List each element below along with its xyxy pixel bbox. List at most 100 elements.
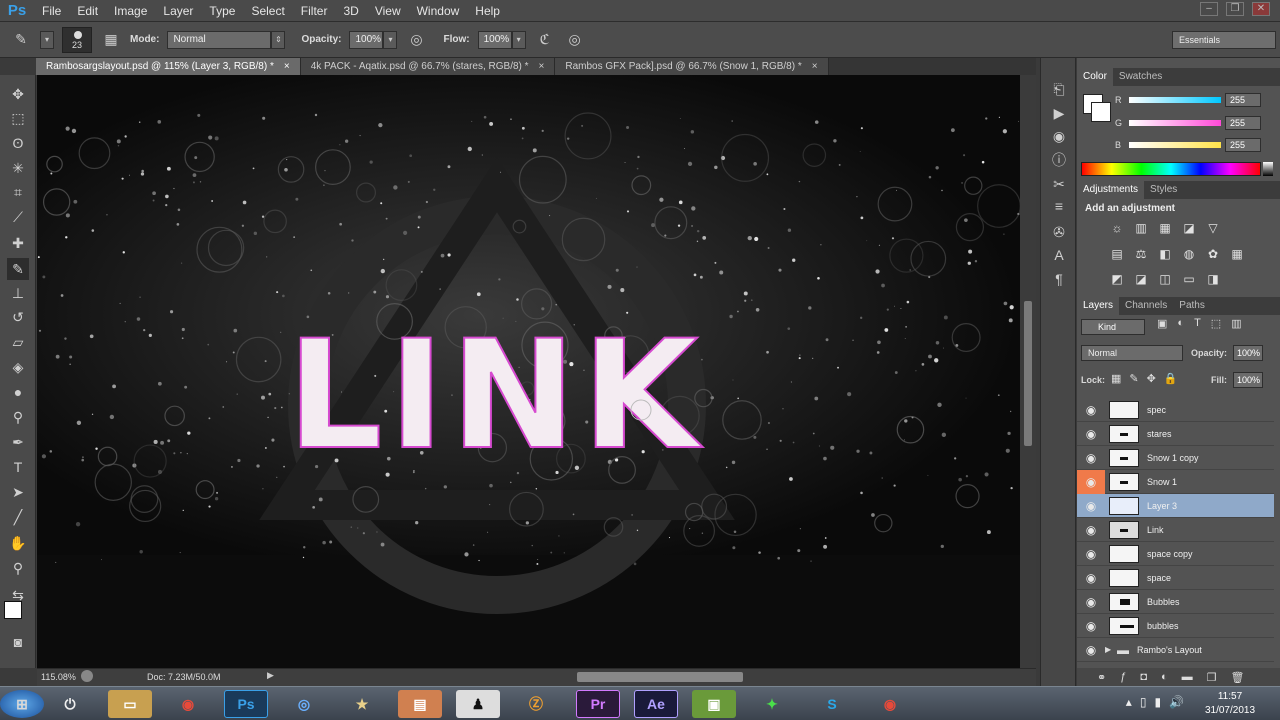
minecraft-app-icon[interactable]: ▣: [692, 690, 736, 718]
vertical-scroll-thumb[interactable]: [1024, 301, 1032, 446]
history-panel-icon[interactable]: ⎗: [1047, 78, 1071, 100]
layer-row[interactable]: ◉ Snow 1: [1077, 469, 1274, 494]
eye-icon[interactable]: ◉: [1077, 494, 1105, 518]
blur-tool-icon[interactable]: ●: [7, 381, 29, 403]
menu-filter[interactable]: Filter: [293, 0, 336, 22]
menu-type[interactable]: Type: [201, 0, 243, 22]
color-spectrum-bar[interactable]: [1081, 162, 1261, 176]
layer-style-icon[interactable]: ƒ: [1120, 671, 1126, 683]
layer-row[interactable]: ◉ stares: [1077, 422, 1274, 446]
gradient-map-icon[interactable]: ▭: [1181, 271, 1197, 287]
color-lookup-icon[interactable]: ▦: [1229, 246, 1245, 262]
eyedropper-tool-icon[interactable]: ⟋: [7, 206, 29, 228]
after-effects-app-icon[interactable]: Ae: [634, 690, 678, 718]
foreground-color-swatch[interactable]: [4, 601, 22, 619]
menu-layer[interactable]: Layer: [155, 0, 201, 22]
zoom-level[interactable]: 115.08%: [41, 672, 76, 682]
path-selection-tool-icon[interactable]: ➤: [7, 481, 29, 503]
paint-bucket-tool-icon[interactable]: ◈: [7, 356, 29, 378]
browser-app-icon[interactable]: ◎: [282, 690, 326, 718]
tab-rambos-gfx-pack[interactable]: Rambos GFX Pack].psd @ 66.7% (Snow 1, RG…: [555, 58, 829, 75]
explorer-app-icon[interactable]: ▭: [108, 690, 152, 718]
layer-row-selected[interactable]: ◉ Layer 3: [1077, 494, 1274, 518]
mode-dropdown-icon[interactable]: ⇕: [271, 30, 286, 49]
layer-row[interactable]: ◉ Link: [1077, 518, 1274, 542]
clone-stamp-tool-icon[interactable]: ⊥: [7, 282, 29, 304]
hue-saturation-icon[interactable]: ▤: [1109, 246, 1125, 262]
eye-icon[interactable]: ◉: [1077, 614, 1105, 638]
green-slider[interactable]: G 255: [1115, 115, 1275, 131]
red-value[interactable]: 255: [1225, 93, 1261, 107]
layer-row[interactable]: ◉ Bubbles: [1077, 590, 1274, 614]
menu-file[interactable]: File: [34, 0, 69, 22]
photoshop-app-icon[interactable]: Ps: [224, 690, 268, 718]
layer-blend-mode[interactable]: Normal: [1081, 345, 1183, 361]
chrome-window-icon[interactable]: ◉: [868, 690, 912, 718]
quick-mask-icon[interactable]: ◙: [7, 631, 29, 653]
green-value[interactable]: 255: [1225, 116, 1261, 130]
chrome-app-icon[interactable]: ◉: [166, 690, 210, 718]
layer-row[interactable]: ◉ spec: [1077, 398, 1274, 422]
photo-filter-icon[interactable]: ◍: [1181, 246, 1197, 262]
layer-row[interactable]: ◉ bubbles: [1077, 614, 1274, 638]
vibrance-icon[interactable]: ▽: [1205, 220, 1221, 236]
clone-source-icon[interactable]: ✇: [1047, 221, 1071, 243]
skype-app-icon[interactable]: S: [810, 690, 854, 718]
flow-field[interactable]: 100%: [477, 30, 512, 49]
lock-all-icon[interactable]: 🔒: [1164, 372, 1178, 385]
menu-view[interactable]: View: [367, 0, 409, 22]
filter-adjustment-icon[interactable]: ◐: [1177, 317, 1184, 330]
menu-select[interactable]: Select: [243, 0, 292, 22]
star-app-icon[interactable]: ★: [340, 690, 384, 718]
filter-smart-object-icon[interactable]: ▥: [1231, 317, 1241, 330]
healing-brush-tool-icon[interactable]: ✚: [7, 232, 29, 254]
selective-color-icon[interactable]: ◨: [1205, 271, 1221, 287]
zoom-tool-icon[interactable]: ⚲: [7, 557, 29, 579]
layer-filter-kind[interactable]: Kind: [1081, 319, 1145, 335]
tab-layers[interactable]: Layers: [1077, 297, 1120, 315]
tab-4k-pack[interactable]: 4k PACK - Aqatix.psd @ 66.7% (stares, RG…: [300, 58, 556, 75]
history-brush-tool-icon[interactable]: ↺: [7, 306, 29, 328]
start-button-icon[interactable]: ⊞: [0, 690, 44, 718]
eye-icon[interactable]: ◉: [1077, 469, 1105, 494]
tab-paths[interactable]: Paths: [1173, 297, 1211, 315]
lock-transparency-icon[interactable]: ▦: [1111, 372, 1121, 385]
character-panel-icon[interactable]: A: [1047, 244, 1071, 266]
tab-close-icon[interactable]: ×: [284, 58, 290, 75]
filter-shape-icon[interactable]: ⬚: [1211, 317, 1221, 330]
brush-tool-icon[interactable]: ✎: [10, 29, 32, 51]
dodge-tool-icon[interactable]: ⚲: [7, 406, 29, 428]
link-layers-icon[interactable]: ⚭: [1097, 671, 1106, 684]
brush-size-picker[interactable]: 23: [62, 26, 92, 53]
mode-select[interactable]: Normal: [167, 30, 272, 49]
layer-row[interactable]: ◉ space: [1077, 566, 1274, 590]
new-adjustment-icon[interactable]: ◐: [1161, 671, 1168, 683]
tool-preset-dropdown[interactable]: ▾: [40, 30, 54, 49]
network-icon[interactable]: ▮: [1154, 695, 1161, 709]
pressure-opacity-icon[interactable]: ◎: [405, 29, 427, 51]
vertical-scrollbar[interactable]: [1020, 75, 1036, 668]
blue-slider[interactable]: B 255: [1115, 137, 1275, 153]
blue-track[interactable]: [1129, 142, 1221, 148]
line-tool-icon[interactable]: ╱: [7, 506, 29, 528]
archive-app-icon[interactable]: ▤: [398, 690, 442, 718]
lock-pixels-icon[interactable]: ✎: [1129, 372, 1138, 385]
magic-wand-tool-icon[interactable]: ✳: [7, 157, 29, 179]
layer-opacity-field[interactable]: 100%: [1233, 345, 1263, 361]
tray-expand-icon[interactable]: ▴: [1126, 695, 1132, 709]
channel-mixer-icon[interactable]: ✿: [1205, 246, 1221, 262]
eraser-tool-icon[interactable]: ▱: [7, 331, 29, 353]
brush-panel-icon[interactable]: ≡: [1047, 195, 1071, 217]
red-slider[interactable]: R 255: [1115, 92, 1275, 108]
actions-panel-icon[interactable]: ▶: [1047, 102, 1071, 124]
expand-arrow-icon[interactable]: ▶: [1105, 645, 1117, 654]
eye-icon[interactable]: ◉: [1077, 398, 1105, 422]
layer-row[interactable]: ◉ space copy: [1077, 542, 1274, 566]
red-track[interactable]: [1129, 97, 1221, 103]
document-canvas[interactable]: LINK: [37, 75, 1020, 668]
fill-field[interactable]: 100%: [1233, 372, 1263, 388]
grayscale-ramp[interactable]: [1263, 162, 1273, 176]
star4-app-icon[interactable]: ✦: [750, 690, 794, 718]
zeta-app-icon[interactable]: Ⓩ: [514, 690, 558, 718]
new-layer-icon[interactable]: ❐: [1207, 671, 1217, 684]
